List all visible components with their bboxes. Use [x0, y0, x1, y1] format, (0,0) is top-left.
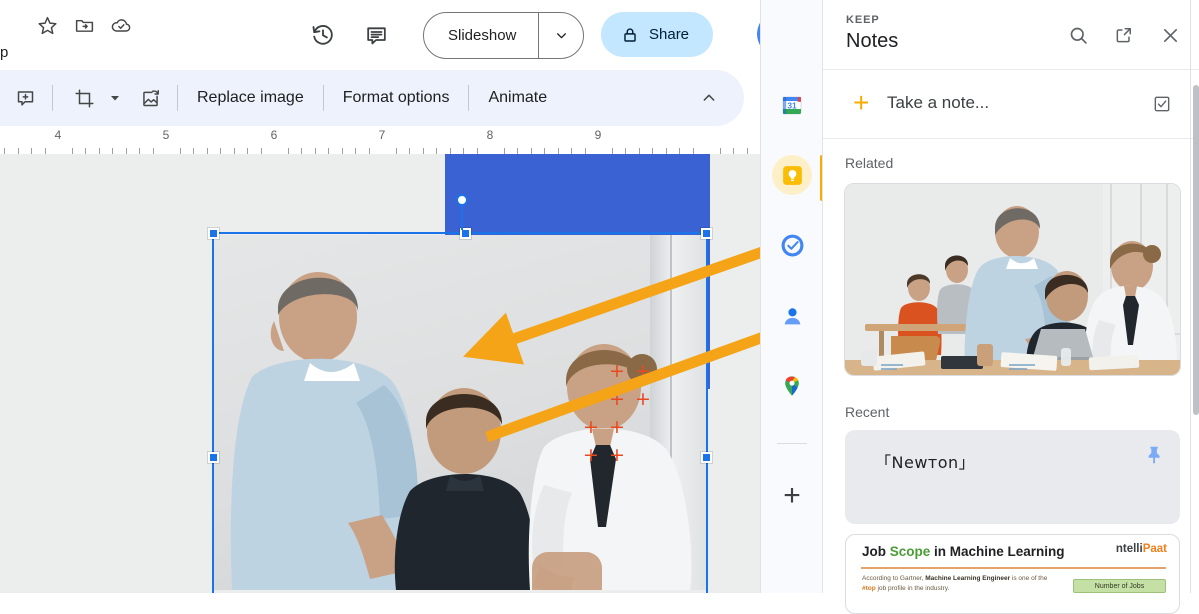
resize-handle-middle-left[interactable]	[208, 452, 219, 463]
svg-text:31: 31	[787, 101, 797, 111]
info-title-part-c: in Machine Learning	[930, 544, 1064, 559]
slide-title-text[interactable]: y l tor	[0, 382, 152, 593]
panel-right-edge	[1190, 0, 1191, 593]
recent-note-card[interactable]: 「Newтon」	[845, 430, 1180, 524]
crop-icon[interactable]	[65, 79, 103, 117]
reset-image-icon[interactable]	[131, 79, 169, 117]
info-title-part-a: Job	[862, 544, 890, 559]
toolbar-divider	[52, 85, 53, 111]
body-post: job profile in the industry.	[876, 585, 950, 592]
related-image-card[interactable]	[844, 183, 1181, 376]
ruler-number: 4	[55, 128, 62, 142]
animate-button[interactable]: Animate	[477, 82, 558, 114]
slide-title-line-2: l	[0, 471, 152, 560]
ruler-number: 7	[379, 128, 386, 142]
resize-handle-middle-right[interactable]	[701, 452, 712, 463]
lock-icon	[621, 26, 639, 44]
toolbar-divider-2	[177, 85, 178, 111]
tasks-icon	[780, 233, 805, 258]
slide-title-line-3: tor	[0, 561, 152, 593]
add-comment-icon[interactable]	[6, 79, 44, 117]
horizontal-ruler[interactable]: 4 5 6 7 8 9	[0, 126, 760, 155]
share-label: Share	[649, 26, 689, 43]
strip-divider	[777, 443, 807, 444]
ruler-number: 5	[163, 128, 170, 142]
slide-title-line-1: y	[0, 382, 152, 471]
cloud-saved-icon[interactable]	[104, 8, 138, 42]
sidebar-item-keep[interactable]	[772, 155, 812, 195]
comment-history-icon[interactable]	[359, 18, 393, 52]
info-title-part-b: Scope	[890, 544, 931, 559]
sidebar-item-calendar[interactable]: 31	[772, 85, 812, 125]
keep-kicker: KEEP	[846, 14, 880, 26]
replace-image-button[interactable]: Replace image	[186, 82, 315, 114]
format-options-button[interactable]: Format options	[332, 82, 461, 114]
ruler-number: 8	[487, 128, 494, 142]
body-orange: #top	[862, 585, 876, 592]
share-button[interactable]: Share	[601, 12, 713, 57]
contacts-icon	[780, 304, 805, 329]
infographic-rule	[861, 567, 1166, 569]
search-icon[interactable]	[1060, 17, 1096, 53]
resize-handle-top-left[interactable]	[208, 228, 219, 239]
open-in-new-icon[interactable]	[1106, 17, 1142, 53]
move-to-folder-icon[interactable]	[67, 8, 101, 42]
add-app-button[interactable]: +	[772, 476, 812, 516]
toolbar-divider-4	[468, 85, 469, 111]
slides-editor: p Slideshow	[0, 0, 760, 593]
logo-part-a: ntelli	[1116, 543, 1143, 555]
keep-panel-header: KEEP Notes	[823, 0, 1199, 70]
slideshow-button[interactable]: Slideshow	[424, 13, 538, 58]
slideshow-button-group: Slideshow	[423, 12, 584, 59]
image-selection-frame[interactable]	[212, 232, 708, 593]
close-icon[interactable]	[1152, 17, 1188, 53]
ruler-number: 6	[271, 128, 278, 142]
related-meeting-photo	[845, 184, 1181, 376]
sidebar-item-tasks[interactable]	[772, 225, 812, 265]
body-pre: According to Gartner,	[862, 575, 925, 582]
sidebar-item-maps[interactable]	[772, 366, 812, 406]
pin-icon[interactable]	[1144, 444, 1166, 471]
top-action-bar: p Slideshow	[0, 0, 760, 70]
calendar-icon: 31	[780, 93, 804, 117]
rotation-stem	[461, 206, 463, 230]
intellipaat-logo: ntelliPaat	[1116, 543, 1167, 555]
maps-icon	[780, 374, 804, 398]
sidebar-item-contacts[interactable]	[772, 296, 812, 336]
crop-options-chevron-down-icon[interactable]	[103, 79, 127, 117]
google-apps-side-strip: 31	[760, 0, 823, 593]
body-bold: Machine Learning Engineer	[925, 575, 1010, 582]
slideshow-options-button[interactable]	[539, 13, 583, 58]
note-title: 「Newтon」	[875, 449, 975, 473]
add-note-plus-icon[interactable]: +	[853, 89, 869, 117]
google-slides-with-keep-panel: p Slideshow	[0, 0, 1199, 593]
checklist-icon[interactable]	[1152, 94, 1172, 119]
image-toolbar: Replace image Format options Animate	[0, 70, 744, 126]
resize-handle-top-right[interactable]	[701, 228, 712, 239]
take-a-note-row[interactable]: + Take a note...	[823, 71, 1199, 139]
recent-section-label: Recent	[845, 404, 889, 420]
star-icon[interactable]	[30, 8, 64, 42]
version-history-icon[interactable]	[306, 18, 340, 52]
recent-infographic-card[interactable]: Job Scope in Machine Learning ntelliPaat…	[845, 534, 1180, 614]
keep-panel-title: Notes	[846, 30, 898, 53]
body-mid: is one of the	[1010, 575, 1047, 582]
infographic-body: According to Gartner, Machine Learning E…	[862, 574, 1052, 594]
ruler-number: 9	[595, 128, 602, 142]
keep-icon	[780, 163, 805, 188]
toolbar-divider-3	[323, 85, 324, 111]
logo-part-b: Paat	[1143, 543, 1167, 555]
infographic-title: Job Scope in Machine Learning	[862, 544, 1065, 559]
slide-canvas[interactable]: y l tor on	[0, 154, 760, 593]
rotation-handle[interactable]	[456, 194, 468, 206]
keep-panel-scrollbar[interactable]	[1193, 85, 1199, 415]
menu-bar-fragment[interactable]: p	[0, 44, 8, 61]
take-a-note-input[interactable]: Take a note...	[887, 93, 989, 113]
related-section-label: Related	[845, 155, 893, 171]
infographic-badge: Number of Jobs	[1073, 579, 1166, 593]
collapse-toolbar-chevron-up-icon[interactable]	[690, 79, 728, 117]
